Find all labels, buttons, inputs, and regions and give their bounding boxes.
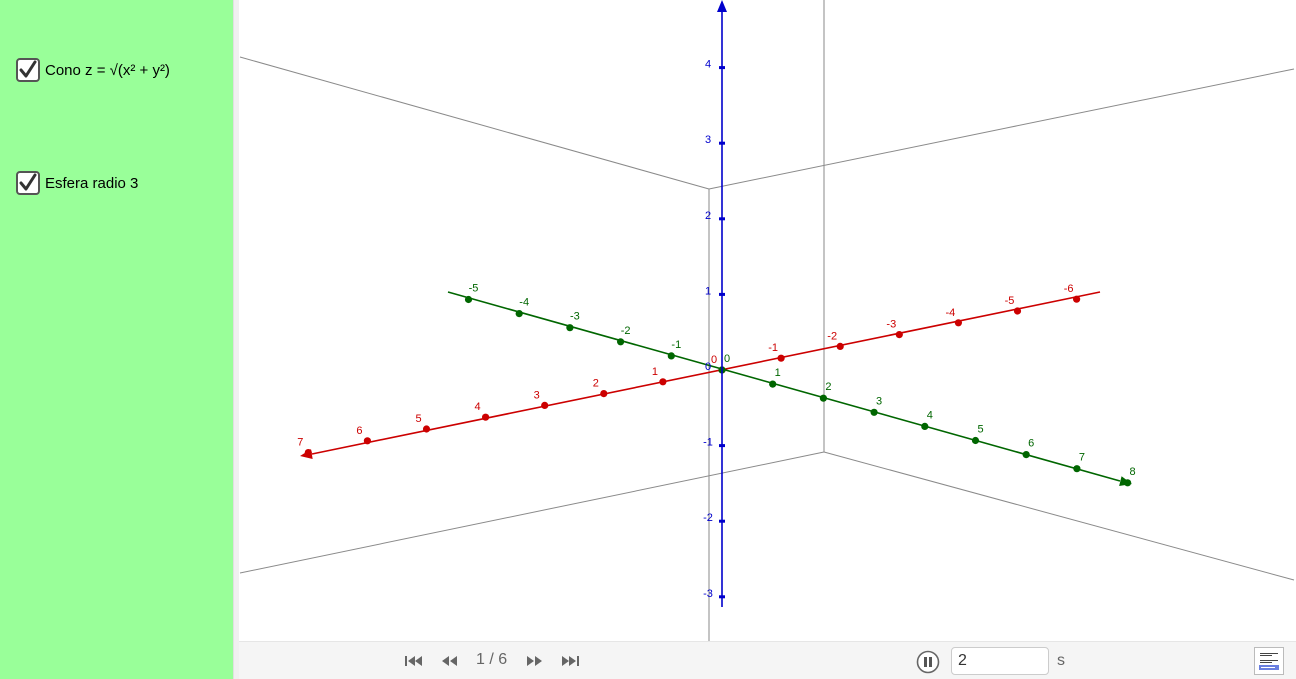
z-axis-tick-label: 1 <box>705 285 711 297</box>
settings-panel: Cono z = √(x² + y²) Esfera radio 3 <box>0 0 233 679</box>
y-axis-tick-label: -3 <box>570 311 580 323</box>
y-axis-tick-label: 3 <box>876 395 882 407</box>
x-axis-tick <box>482 413 490 421</box>
speed-unit-label: s <box>1057 652 1065 669</box>
skip-to-start-icon <box>405 656 422 666</box>
x-axis-tick <box>422 425 431 433</box>
y-axis-tick <box>667 352 675 360</box>
checkmark-icon <box>19 173 37 191</box>
algebra-view-icon <box>1259 652 1279 670</box>
previous-slide-button[interactable] <box>439 652 461 670</box>
x-axis-tick <box>600 390 608 398</box>
x-axis-tick-label: 1 <box>652 366 658 378</box>
x-axis-tick <box>836 342 844 350</box>
y-axis-tick <box>1022 451 1030 459</box>
z-axis-tick-label: 3 <box>705 134 711 146</box>
y-axis-tick-label: 5 <box>977 424 983 436</box>
y-axis-tick-label: -4 <box>519 297 529 309</box>
x-axis-tick-label: 7 <box>297 437 303 449</box>
z-axis-tick-label: 4 <box>705 59 711 71</box>
slide-counter: 1 / 6 <box>476 651 508 668</box>
bounding-box <box>239 0 1295 641</box>
x-axis-tick-label: -3 <box>886 319 896 331</box>
z-axis-tick-label: -3 <box>703 588 713 600</box>
y-axis-tick-label: 7 <box>1079 452 1085 464</box>
y-axis-tick <box>515 310 523 318</box>
x-axis-tick-label: -6 <box>1064 283 1074 295</box>
y-axis-tick-label: 2 <box>825 381 831 393</box>
cone-checkbox-label: Cono z = √(x² + y²) <box>45 61 170 79</box>
y-axis-tick <box>1073 465 1081 473</box>
x-axis-tick-label: -4 <box>946 307 956 319</box>
y-axis-tick <box>1124 479 1132 487</box>
pause-icon <box>916 650 940 674</box>
z-axis-tick-label: -2 <box>703 512 713 524</box>
x-axis-tick-label: -1 <box>768 342 778 354</box>
playback-toolbar: 1 / 6 s <box>239 641 1296 679</box>
y-axis-tick-label: 6 <box>1028 438 1034 450</box>
y-axis-tick <box>769 380 777 388</box>
z-axis-tick-label: 0 <box>705 361 711 373</box>
y-axis: -5 -4 -3 -2 -1 0 1 2 3 4 5 6 7 8 <box>447 283 1136 487</box>
sphere-checkbox-row[interactable]: Esfera radio 3 <box>16 171 138 195</box>
y-axis-tick <box>617 338 625 346</box>
fast-forward-icon <box>527 656 542 666</box>
skip-to-end-icon <box>562 656 579 666</box>
x-axis-tick-label: 5 <box>415 413 421 425</box>
next-slide-button[interactable] <box>523 652 545 670</box>
x-axis-tick <box>304 449 312 457</box>
pause-button[interactable] <box>916 650 940 674</box>
z-axis: 4 3 2 1 0 -1 -2 -3 <box>703 0 727 607</box>
y-axis-line <box>447 291 1121 482</box>
x-axis-tick-label: -5 <box>1005 295 1015 307</box>
y-axis-tick-label: 4 <box>927 409 933 421</box>
z-axis-arrow <box>717 0 727 12</box>
x-axis-tick <box>541 401 549 409</box>
x-axis-tick <box>1013 307 1022 315</box>
y-axis-tick <box>464 295 473 304</box>
y-axis-tick <box>971 436 980 445</box>
last-slide-button[interactable] <box>559 652 581 670</box>
x-axis-tick-label: 3 <box>534 389 540 401</box>
z-axis-tick-label: -1 <box>703 437 713 449</box>
y-axis-tick-label: -2 <box>621 325 631 337</box>
z-axis-tick-label: 2 <box>705 210 711 222</box>
first-slide-button[interactable] <box>403 652 425 670</box>
x-axis-tick-label: 4 <box>475 401 481 413</box>
speed-input[interactable] <box>951 647 1049 675</box>
x-axis-tick <box>777 354 785 362</box>
y-axis-tick-label: 0 <box>724 353 730 365</box>
sphere-checkbox-label: Esfera radio 3 <box>45 174 139 192</box>
cone-checkbox[interactable] <box>16 58 40 82</box>
y-axis-tick-label: 1 <box>775 367 781 379</box>
y-axis-tick-label: 8 <box>1130 466 1136 478</box>
y-axis-tick <box>870 408 878 416</box>
x-axis-tick <box>1073 295 1081 303</box>
x-axis-tick <box>363 437 371 445</box>
x-axis-tick <box>954 319 963 327</box>
algebra-view-button[interactable] <box>1254 647 1284 675</box>
rewind-icon <box>442 656 457 666</box>
x-axis-tick <box>895 331 903 339</box>
y-axis-tick <box>566 324 574 332</box>
sphere-checkbox[interactable] <box>16 171 40 195</box>
x-axis-tick <box>659 378 667 386</box>
y-axis-tick <box>921 422 929 430</box>
y-axis-tick <box>819 394 828 402</box>
x-axis-tick-label: 0 <box>711 354 717 366</box>
graphics-3d-view[interactable]: -6 -5 -4 -3 -2 -1 0 1 2 3 4 5 6 7 -5 -4 -3 -2 -1 0 1 2 3 4 5 6 7 8… <box>239 0 1296 641</box>
x-axis-tick-label: 2 <box>593 378 599 390</box>
y-axis-tick-label: -5 <box>469 283 479 295</box>
checkmark-icon <box>19 60 37 78</box>
cone-checkbox-row[interactable]: Cono z = √(x² + y²) <box>16 58 170 82</box>
x-axis-tick-label: -2 <box>827 330 837 342</box>
x-axis-tick-label: 6 <box>356 425 362 437</box>
y-axis-tick-label: -1 <box>671 339 681 351</box>
